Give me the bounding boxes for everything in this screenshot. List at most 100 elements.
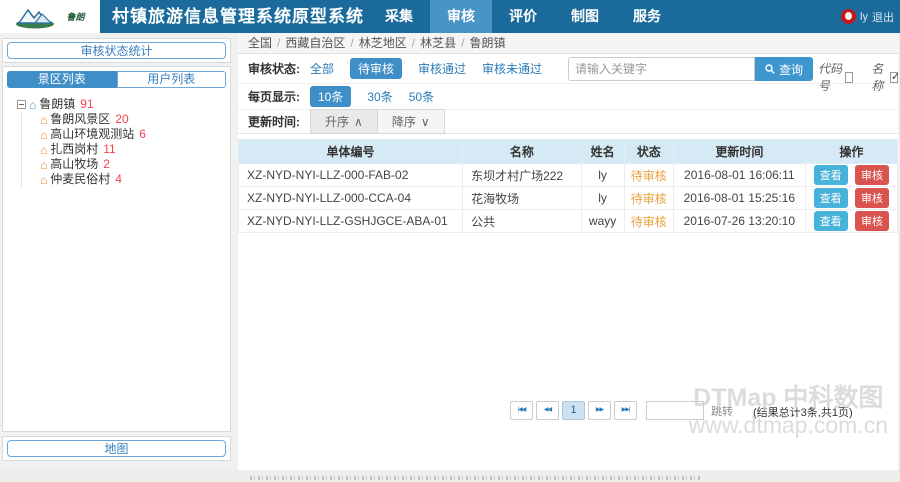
status-option-pending[interactable]: 待审核 <box>350 58 402 79</box>
tree-node-root[interactable]: ⌂ 鲁朗镇 91 <box>17 97 226 112</box>
tree-node[interactable]: ⌂ 高山环境观测站 6 <box>40 127 226 142</box>
cell-actions: 查看 审核 <box>805 210 897 233</box>
page-title: 村镇旅游信息管理系统原型系统 <box>112 0 364 33</box>
review-button[interactable]: 审核 <box>855 188 889 208</box>
status-badge: 待审核 <box>624 210 673 233</box>
house-icon: ⌂ <box>40 144 47 156</box>
map-button[interactable]: 地图 <box>7 440 226 457</box>
breadcrumb-separator: / <box>350 36 353 50</box>
stats-panel: 审核状态统计 <box>2 38 231 63</box>
first-page-button[interactable]: |◀◀ <box>510 401 533 420</box>
view-button[interactable]: 查看 <box>814 211 848 231</box>
tree-node-label[interactable]: 鲁朗镇 <box>39 97 75 112</box>
status-badge: 待审核 <box>624 164 673 187</box>
code-checkbox[interactable] <box>845 72 853 83</box>
sort-desc-label: 降序 <box>392 113 416 130</box>
user-name: ly <box>860 11 868 23</box>
search-group: 查询 <box>568 57 813 81</box>
tree-node-label[interactable]: 扎西岗村 <box>50 142 98 157</box>
status-option-approved[interactable]: 审核通过 <box>418 60 466 77</box>
cell-name: 公共 <box>463 210 582 233</box>
status-option-rejected[interactable]: 审核未通过 <box>482 60 542 77</box>
chevron-up-icon: ∧ <box>354 115 363 129</box>
sort-row: 更新时间: 升序 ∧ 降序 ∨ <box>238 110 898 134</box>
top-header: 鲁朗 村镇旅游信息管理系统原型系统 采集 审核 评价 制图 服务 ly 退出 <box>0 0 900 33</box>
page-jump-input[interactable] <box>646 401 704 420</box>
cell-user: ly <box>581 187 624 210</box>
tree-node-label[interactable]: 高山牧场 <box>50 157 98 172</box>
footer-fineprint <box>250 476 700 480</box>
view-button[interactable]: 查看 <box>814 165 848 185</box>
review-button[interactable]: 审核 <box>855 165 889 185</box>
tree-node[interactable]: ⌂ 仲麦民俗村 4 <box>40 172 226 187</box>
chevron-down-icon: ∨ <box>421 115 430 129</box>
breadcrumb: 全国/西藏自治区/林芝地区/林芝县/鲁朗镇 <box>238 33 898 54</box>
main-content: 全国/西藏自治区/林芝地区/林芝县/鲁朗镇 审核状态: 全部 待审核 审核通过 … <box>238 33 898 470</box>
next-page-button[interactable]: ▶▶ <box>588 401 611 420</box>
tree-node[interactable]: ⌂ 扎西岗村 11 <box>40 142 226 157</box>
current-page-button[interactable]: 1 <box>562 401 585 420</box>
sidebar-tabs: 景区列表 用户列表 <box>7 71 226 88</box>
status-option-all[interactable]: 全部 <box>310 60 334 77</box>
house-icon: ⌂ <box>40 114 47 126</box>
scenic-list-panel: 景区列表 用户列表 ⌂ 鲁朗镇 91 ⌂ 鲁朗风景区 20 ⌂ 高山环境观测站 … <box>2 66 231 432</box>
tree-node-count: 2 <box>103 157 110 172</box>
logout-link[interactable]: 退出 <box>872 9 894 25</box>
nav-item-collect[interactable]: 采集 <box>368 0 430 33</box>
name-checkbox[interactable] <box>890 72 898 83</box>
review-status-stats-button[interactable]: 审核状态统计 <box>7 42 226 59</box>
page-jump-button[interactable]: 跳转 <box>711 403 733 419</box>
pagesize-option-10[interactable]: 10条 <box>310 86 351 107</box>
nav-item-review[interactable]: 审核 <box>430 0 492 33</box>
tree-node-label[interactable]: 鲁朗风景区 <box>50 112 110 127</box>
status-filter-row: 审核状态: 全部 待审核 审核通过 审核未通过 查询 代码号 名称 <box>238 54 898 84</box>
column-header-code: 单体编号 <box>239 140 463 164</box>
nav-item-service[interactable]: 服务 <box>616 0 678 33</box>
tree-node-count: 11 <box>103 142 115 157</box>
tree-node-label[interactable]: 仲麦民俗村 <box>50 172 110 187</box>
search-icon <box>765 64 775 74</box>
cell-updated: 2016-07-26 13:20:10 <box>673 210 805 233</box>
user-avatar[interactable] <box>841 9 856 24</box>
nav-item-evaluate[interactable]: 评价 <box>492 0 554 33</box>
breadcrumb-country[interactable]: 全国 <box>248 36 272 50</box>
cell-name: 花海牧场 <box>463 187 582 210</box>
tree-node[interactable]: ⌂ 高山牧场 2 <box>40 157 226 172</box>
results-summary: (结果总计3条,共1页) <box>753 404 853 420</box>
pagination: |◀◀ ◀◀ 1 ▶▶ ▶▶| 跳转 <box>510 401 733 420</box>
pagesize-label: 每页显示: <box>248 88 300 105</box>
review-button[interactable]: 审核 <box>855 211 889 231</box>
column-header-updated: 更新时间 <box>673 140 805 164</box>
pagesize-option-30[interactable]: 30条 <box>367 88 392 105</box>
cell-updated: 2016-08-01 15:25:16 <box>673 187 805 210</box>
view-button[interactable]: 查看 <box>814 188 848 208</box>
tree-node-count: 6 <box>139 127 146 142</box>
status-badge: 待审核 <box>624 187 673 210</box>
breadcrumb-prefecture[interactable]: 林芝地区 <box>359 36 407 50</box>
search-input[interactable] <box>568 57 755 81</box>
tab-user-list[interactable]: 用户列表 <box>117 71 227 88</box>
tree-node[interactable]: ⌂ 鲁朗风景区 20 <box>40 112 226 127</box>
sort-descending-button[interactable]: 降序 ∨ <box>378 109 445 134</box>
collapse-icon[interactable] <box>17 100 26 109</box>
table-row: XZ-NYD-NYI-LLZ-GSHJGCE-ABA-01 公共 wayy 待审… <box>239 210 898 233</box>
last-page-button[interactable]: ▶▶| <box>614 401 637 420</box>
table-row: XZ-NYD-NYI-LLZ-000-CCA-04 花海牧场 ly 待审核 20… <box>239 187 898 210</box>
mountain-logo-icon <box>15 5 63 29</box>
column-header-status: 状态 <box>624 140 673 164</box>
scenic-tree: ⌂ 鲁朗镇 91 ⌂ 鲁朗风景区 20 ⌂ 高山环境观测站 6 ⌂ 扎西岗村 1… <box>7 97 226 187</box>
sort-ascending-button[interactable]: 升序 ∧ <box>310 109 378 134</box>
pagesize-option-50[interactable]: 50条 <box>409 88 434 105</box>
prev-page-button[interactable]: ◀◀ <box>536 401 559 420</box>
breadcrumb-town[interactable]: 鲁朗镇 <box>469 36 505 50</box>
breadcrumb-region[interactable]: 西藏自治区 <box>285 36 345 50</box>
tree-node-label[interactable]: 高山环境观测站 <box>50 127 134 142</box>
results-table: 单体编号 名称 姓名 状态 更新时间 操作 XZ-NYD-NYI-LLZ-000… <box>238 139 898 233</box>
status-filter-label: 审核状态: <box>248 60 300 77</box>
tab-scenic-list[interactable]: 景区列表 <box>7 71 117 88</box>
column-header-user: 姓名 <box>581 140 624 164</box>
cell-code: XZ-NYD-NYI-LLZ-000-FAB-02 <box>239 164 463 187</box>
breadcrumb-county[interactable]: 林芝县 <box>420 36 456 50</box>
search-button[interactable]: 查询 <box>755 57 813 81</box>
nav-item-mapping[interactable]: 制图 <box>554 0 616 33</box>
